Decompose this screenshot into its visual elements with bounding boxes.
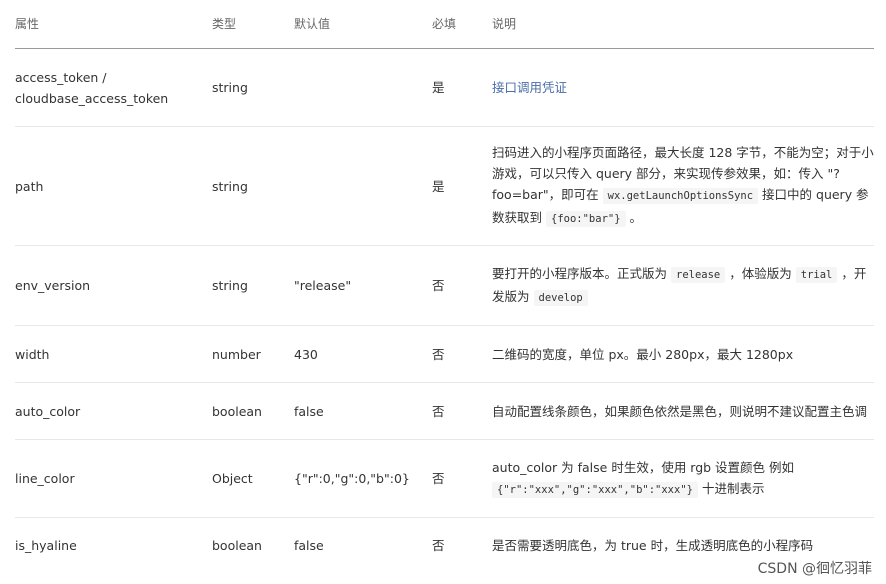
desc-cell: 接口调用凭证 (492, 77, 874, 98)
table-row: is_hyaline boolean false 否 是否需要透明底色，为 tr… (15, 518, 874, 573)
desc-cell: auto_color 为 false 时生效，使用 rgb 设置颜色 例如 {"… (492, 457, 874, 501)
attr-line: access_token / (15, 69, 107, 85)
code-snippet: develop (533, 289, 588, 306)
attr-cell: path (15, 178, 44, 194)
header-attr: 属性 (15, 16, 40, 31)
default-cell: false (294, 538, 324, 553)
header-required: 必填 (432, 16, 457, 31)
desc-text: 。 (629, 210, 643, 225)
attr-cell: auto_color (15, 403, 81, 419)
table-row: env_version string "release" 否 要打开的小程序版本… (15, 246, 874, 326)
code-snippet: trial (795, 266, 838, 283)
table-header-row: 属性 类型 默认值 必填 说明 (15, 0, 874, 49)
required-cell: 否 (432, 346, 445, 362)
attr-cell: env_version (15, 278, 91, 293)
access-token-link[interactable]: 接口调用凭证 (492, 80, 567, 95)
params-table: 属性 类型 默认值 必填 说明 access_token / cloudbase… (15, 0, 874, 573)
header-default: 默认值 (294, 16, 331, 31)
required-cell: 否 (432, 278, 445, 293)
default-cell: {"r":0,"g":0,"b":0} (294, 471, 410, 486)
code-snippet: wx.getLaunchOptionsSync (602, 188, 759, 204)
default-cell: "release" (294, 278, 352, 293)
code-snippet: {"r":"xxx","g":"xxx","b":"xxx"} (492, 481, 698, 498)
type-cell: boolean (212, 403, 262, 419)
desc-text: ，体验版为 (729, 265, 792, 281)
default-cell: false (294, 403, 324, 419)
type-cell: boolean (212, 538, 262, 553)
desc-cell: 扫码进入的小程序页面路径，最大长度 128 字节，不能为空；对于小游戏，可以只传… (492, 142, 874, 230)
attr-cell: line_color (15, 471, 75, 486)
type-cell: number (212, 346, 261, 362)
type-cell: string (212, 178, 248, 194)
attr-cell: access_token / cloudbase_access_token (15, 67, 212, 109)
required-cell: 否 (432, 538, 445, 553)
code-snippet: {foo:"bar"} (546, 211, 626, 227)
desc-text: 要打开的小程序版本。正式版为 (492, 265, 668, 281)
header-type: 类型 (212, 16, 237, 31)
page: 属性 类型 默认值 必填 说明 access_token / cloudbase… (0, 0, 886, 584)
desc-text: 十进制表示 (701, 480, 765, 496)
default-cell: 430 (294, 346, 318, 362)
required-cell: 是 (432, 178, 445, 194)
desc-cell: 自动配置线条颜色，如果颜色依然是黑色，则说明不建议配置主色调 (492, 403, 868, 419)
table-row: auto_color boolean false 否 自动配置线条颜色，如果颜色… (15, 383, 874, 440)
table-row: path string 是 扫码进入的小程序页面路径，最大长度 128 字节，不… (15, 127, 874, 246)
code-snippet: release (671, 266, 726, 283)
csdn-watermark: CSDN @徊忆羽菲 (757, 561, 872, 577)
desc-cell: 是否需要透明底色，为 true 时，生成透明底色的小程序码 (492, 538, 814, 553)
required-cell: 否 (432, 471, 445, 486)
header-desc: 说明 (492, 16, 517, 31)
type-cell: string (212, 278, 248, 293)
desc-cell: 二维码的宽度，单位 px。最小 280px，最大 1280px (492, 346, 794, 362)
type-cell: string (212, 80, 248, 95)
table-row: access_token / cloudbase_access_token st… (15, 49, 874, 127)
table-row: line_color Object {"r":0,"g":0,"b":0} 否 … (15, 440, 874, 518)
required-cell: 是 (432, 80, 445, 95)
table-row: width number 430 否 二维码的宽度，单位 px。最小 280px… (15, 326, 874, 383)
desc-cell: 要打开的小程序版本。正式版为 release ，体验版为 trial ，开发版为… (492, 263, 874, 309)
desc-text: auto_color 为 false 时生效，使用 rgb 设置颜色 例如 (492, 459, 795, 475)
attr-line: cloudbase_access_token (15, 90, 169, 106)
type-cell: Object (212, 471, 253, 486)
attr-cell: width (15, 346, 50, 362)
attr-cell: is_hyaline (15, 538, 77, 553)
required-cell: 否 (432, 403, 445, 419)
